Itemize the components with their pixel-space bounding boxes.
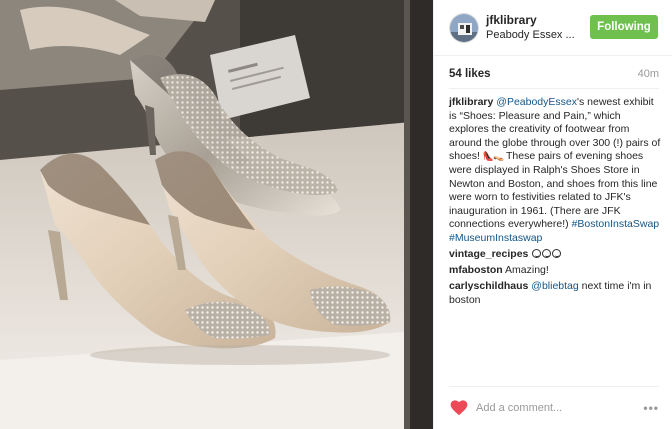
hashtag-boston-insta-swap[interactable]: #BostonInstaSwap — [572, 218, 660, 230]
likes-count[interactable]: 54 likes — [449, 68, 491, 80]
jfk-library-logo-icon — [450, 14, 478, 42]
post-location[interactable]: Peabody Essex ... — [486, 28, 581, 43]
heart-like-icon[interactable] — [450, 400, 468, 416]
smiley-emoji-icon — [532, 249, 542, 259]
comment-mention[interactable]: @bliebtag — [531, 280, 578, 292]
more-options-icon[interactable]: ••• — [643, 401, 659, 415]
shoe-emoji-icon: 👠👡 — [482, 151, 504, 162]
caption-mention[interactable]: @PeabodyEssex — [496, 96, 577, 108]
post-header: jfklibrary Peabody Essex ... Following — [434, 0, 672, 56]
post-side-panel: jfklibrary Peabody Essex ... Following 5… — [433, 0, 672, 429]
caption-username[interactable]: jfklibrary — [449, 96, 493, 108]
comment-text: Amazing! — [505, 264, 549, 277]
user-block: jfklibrary Peabody Essex ... — [486, 13, 581, 43]
smiley-emoji-icon — [552, 249, 562, 259]
comment-username[interactable]: vintage_recipes — [449, 248, 528, 260]
caption: jfklibrary @PeabodyEssex's newest exhibi… — [449, 96, 663, 246]
hashtag-museum-instaswap[interactable]: #MuseumInstaswap — [449, 232, 542, 244]
comments-list: jfklibrary @PeabodyEssex's newest exhibi… — [449, 96, 663, 310]
comment-username[interactable]: carlyschildhaus — [449, 280, 528, 292]
add-comment-input[interactable] — [476, 399, 626, 417]
instagram-post: jfklibrary Peabody Essex ... Following 5… — [0, 0, 672, 429]
comment-username[interactable]: mfaboston — [449, 264, 503, 276]
comment-item: vintage_recipes — [449, 248, 663, 262]
comment-footer: ••• — [449, 386, 659, 429]
post-photo[interactable] — [0, 0, 433, 429]
post-meta: 54 likes 40m — [449, 68, 659, 84]
shoes-photo-illustration — [0, 0, 433, 429]
post-username[interactable]: jfklibrary — [486, 13, 581, 28]
following-button[interactable]: Following — [590, 15, 658, 39]
avatar[interactable] — [449, 13, 479, 43]
post-time[interactable]: 40m — [638, 68, 659, 80]
smiley-emoji-icon — [542, 249, 552, 259]
comment-item: mfaboston Amazing! — [449, 264, 663, 278]
comment-item: carlyschildhaus @bliebtag next time i'm … — [449, 280, 663, 307]
divider — [449, 88, 659, 89]
